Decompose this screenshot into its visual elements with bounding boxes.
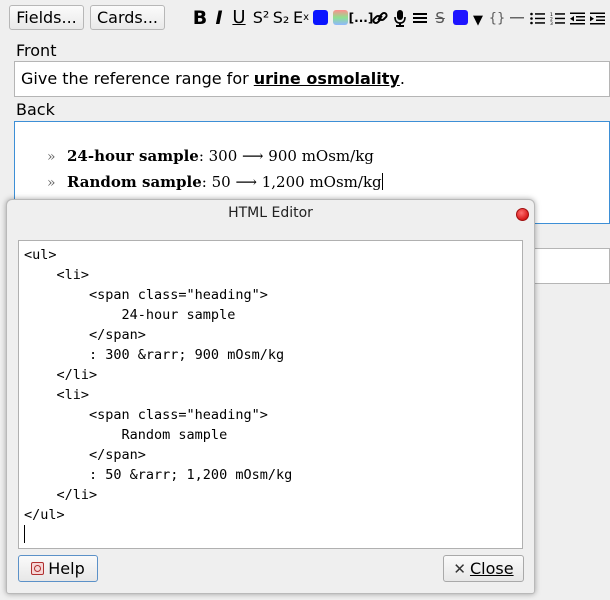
code-line: 24-hour sample bbox=[24, 307, 236, 323]
italic-button[interactable]: I bbox=[212, 7, 226, 29]
ordered-list-svg: 123 bbox=[550, 12, 565, 25]
help-label: Help bbox=[48, 559, 85, 578]
code-line: </ul> bbox=[24, 507, 65, 523]
front-text-after: . bbox=[399, 69, 405, 88]
bold-button[interactable]: B bbox=[192, 7, 208, 29]
html-code-editor[interactable]: <ul> <li> <span class="heading"> 24-hour… bbox=[18, 240, 523, 549]
strikethrough-icon[interactable]: S bbox=[433, 7, 447, 29]
close-icon: ✕ bbox=[453, 559, 466, 578]
clear-format-button[interactable]: Ex bbox=[291, 7, 311, 29]
menu-lines-icon[interactable] bbox=[412, 7, 428, 29]
back-list-item: » Random sample: 50 ⟶ 1,200 mOsm/kg bbox=[47, 173, 383, 191]
indent-svg bbox=[589, 12, 605, 24]
svg-text:3: 3 bbox=[550, 21, 553, 25]
html-editor-dialog: HTML Editor <ul> <li> <span class="headi… bbox=[6, 199, 535, 594]
cloze-button[interactable]: [...] bbox=[349, 7, 374, 29]
code-line: <li> bbox=[24, 387, 90, 403]
close-window-icon[interactable] bbox=[516, 208, 529, 221]
code-line: </span> bbox=[24, 447, 146, 463]
close-button[interactable]: ✕ Close bbox=[443, 555, 524, 582]
highlight-swatch-icon[interactable] bbox=[333, 10, 348, 25]
horizontal-rule-icon[interactable] bbox=[509, 7, 525, 29]
code-line: : 300 &rarr; 900 mOsm/kg bbox=[24, 347, 285, 363]
clear-format-sub-icon: x bbox=[303, 12, 310, 23]
bullet-icon: » bbox=[47, 175, 56, 191]
back-list-item: » 24-hour sample: 300 ⟶ 900 mOsm/kg bbox=[47, 147, 374, 165]
ordered-list-icon[interactable]: 123 bbox=[549, 7, 565, 29]
unordered-list-icon[interactable] bbox=[529, 7, 545, 29]
code-line: </span> bbox=[24, 327, 146, 343]
front-text-bold: urine osmolality bbox=[253, 69, 400, 88]
text-color-swatch[interactable] bbox=[313, 10, 328, 25]
highlight-color-swatch[interactable] bbox=[453, 10, 468, 25]
code-line: <span class="heading"> bbox=[24, 407, 268, 423]
microphone-icon[interactable] bbox=[392, 7, 408, 29]
indent-icon[interactable] bbox=[589, 7, 605, 29]
fields-button[interactable]: Fields... bbox=[9, 5, 84, 30]
clear-format-label: E bbox=[292, 8, 304, 27]
help-button[interactable]: Help bbox=[18, 555, 98, 582]
code-line: : 50 &rarr; 1,200 mOsm/kg bbox=[24, 467, 293, 483]
front-field-text: Give the reference range for urine osmol… bbox=[21, 69, 405, 88]
underline-button[interactable]: U bbox=[231, 7, 247, 29]
mathjax-button[interactable]: {} bbox=[489, 7, 506, 29]
close-label: Close bbox=[469, 559, 514, 578]
back-item-heading: 24-hour sample bbox=[67, 147, 199, 165]
back-item-text: : 50 ⟶ 1,200 mOsm/kg bbox=[201, 173, 382, 191]
cards-button[interactable]: Cards... bbox=[90, 5, 165, 30]
code-line: </li> bbox=[24, 367, 98, 383]
subscript-button[interactable]: S₂ bbox=[271, 7, 291, 29]
link-icon[interactable] bbox=[371, 7, 389, 29]
front-field-input[interactable]: Give the reference range for urine osmol… bbox=[14, 61, 610, 97]
link-icon-svg bbox=[372, 11, 388, 25]
code-line: <li> bbox=[24, 267, 90, 283]
code-line: <span class="heading"> bbox=[24, 287, 268, 303]
superscript-button[interactable]: S² bbox=[251, 7, 271, 29]
horizontal-rule-svg bbox=[510, 17, 524, 19]
code-line: <ul> bbox=[24, 247, 57, 263]
code-line: Random sample bbox=[24, 427, 228, 443]
bullet-icon: » bbox=[47, 149, 56, 165]
editor-caret bbox=[24, 525, 25, 543]
outdent-svg bbox=[569, 12, 585, 24]
code-line: </li> bbox=[24, 487, 98, 503]
microphone-icon-svg bbox=[394, 9, 406, 27]
unordered-list-svg bbox=[529, 12, 545, 24]
outdent-icon[interactable] bbox=[569, 7, 585, 29]
back-item-text: : 300 ⟶ 900 mOsm/kg bbox=[198, 147, 374, 165]
menu-lines-icon-svg bbox=[413, 13, 427, 23]
help-icon bbox=[31, 562, 45, 575]
front-text-before: Give the reference range for bbox=[21, 69, 254, 88]
back-field-label: Back bbox=[16, 100, 55, 119]
back-item-heading: Random sample bbox=[67, 173, 202, 191]
front-field-label: Front bbox=[16, 41, 57, 60]
dialog-title: HTML Editor bbox=[228, 205, 313, 221]
chevron-down-icon[interactable]: ▼ bbox=[471, 9, 485, 31]
text-caret bbox=[381, 173, 383, 190]
